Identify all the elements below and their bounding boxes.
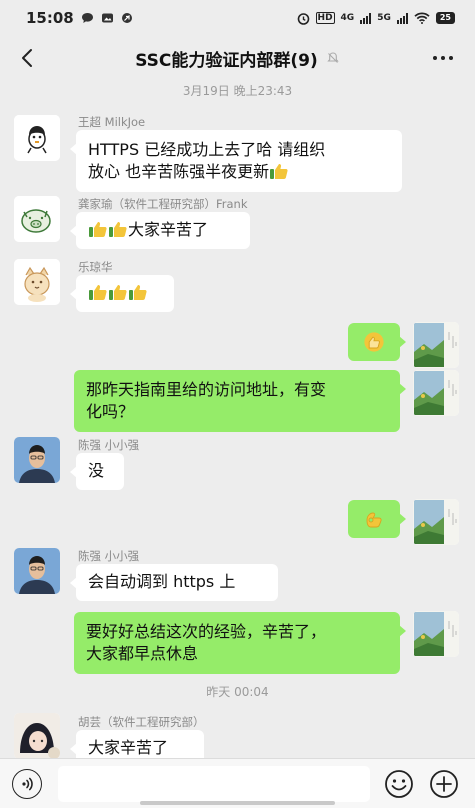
message-text: HTTPS 已经成功上去了哈 请组织 xyxy=(88,140,326,159)
thumbs-up-emoji-icon xyxy=(270,164,288,179)
home-indicator xyxy=(140,801,335,805)
message-input[interactable] xyxy=(58,766,370,802)
sender-name: 胡芸（软件工程研究部） xyxy=(78,715,205,729)
more-functions-button[interactable] xyxy=(429,769,459,799)
landscape-avatar xyxy=(413,370,459,416)
thumbs-up-emoji-icon xyxy=(129,285,147,300)
avatar[interactable] xyxy=(14,196,60,242)
ok-hand-emoji-icon xyxy=(366,512,382,528)
thumbs-up-emoji-icon xyxy=(89,285,107,300)
sender-name: 龚家瑜（软件工程研究部）Frank xyxy=(78,197,248,211)
pig-avatar xyxy=(14,196,60,242)
battery-indicator: 25 xyxy=(435,12,455,24)
emoji-button[interactable] xyxy=(384,769,414,799)
cat-avatar xyxy=(14,259,60,305)
more-options-button[interactable] xyxy=(429,45,457,71)
message-bubble-outgoing[interactable]: 要好好总结这次的经验，辛苦了， 大家都早点休息 xyxy=(74,612,406,674)
thumbs-up-emoji-icon xyxy=(364,332,384,352)
anime-girl-avatar xyxy=(14,713,60,759)
timestamp-divider: 3月19日 晚上23:43 xyxy=(182,84,293,98)
avatar[interactable] xyxy=(14,259,60,305)
message-bubble-outgoing[interactable] xyxy=(348,500,406,538)
cartoon-penguin-avatar xyxy=(14,115,60,161)
message-text: 大家都早点休息 xyxy=(86,644,199,663)
sender-name: 陈强 小小强 xyxy=(78,549,140,563)
landscape-avatar xyxy=(413,322,459,368)
message-bubble[interactable]: HTTPS 已经成功上去了哈 请组织 放心 也辛苦陈强半夜更新 xyxy=(70,130,402,192)
timestamp-divider: 昨天 00:04 xyxy=(206,685,269,699)
back-button[interactable] xyxy=(14,45,40,71)
sender-name: 陈强 小小强 xyxy=(78,438,140,452)
avatar[interactable] xyxy=(14,713,60,759)
message-text: 化吗？ xyxy=(86,402,135,421)
person-photo-avatar xyxy=(14,437,60,483)
sender-name: 乐琼华 xyxy=(78,260,113,274)
thumbs-up-emoji-icon xyxy=(109,285,127,300)
plus-circle-icon xyxy=(430,770,458,798)
message-text: 大家辛苦了 xyxy=(128,220,209,239)
message-bubble[interactable]: 大家辛苦了 xyxy=(70,212,250,249)
message-bubble[interactable] xyxy=(70,275,174,312)
message-text: 会自动调到 https 上 xyxy=(88,572,236,591)
landscape-avatar xyxy=(413,611,459,657)
message-text: 要好好总结这次的经验，辛苦了， xyxy=(86,622,327,641)
alarm-icon xyxy=(297,12,309,25)
chevron-left-icon xyxy=(22,49,32,67)
my-avatar[interactable] xyxy=(413,499,459,545)
signal-4g-icon xyxy=(360,12,372,24)
avatar[interactable] xyxy=(14,437,60,483)
landscape-avatar xyxy=(413,499,459,545)
avatar[interactable] xyxy=(14,548,60,594)
wifi-icon xyxy=(414,12,430,24)
my-avatar[interactable] xyxy=(413,370,459,416)
message-bubble[interactable]: 会自动调到 https 上 xyxy=(70,564,278,601)
message-text: 大家辛苦了 xyxy=(88,738,169,757)
message-bubble-outgoing[interactable] xyxy=(348,323,406,361)
voice-wave-icon xyxy=(22,777,33,791)
network-label-hd: HD xyxy=(315,12,335,24)
thumbs-up-emoji-icon xyxy=(89,222,107,237)
message-text: 放心 也辛苦陈强半夜更新 xyxy=(88,162,270,181)
my-avatar[interactable] xyxy=(413,322,459,368)
voice-input-button[interactable] xyxy=(12,769,42,799)
sender-name: 王超 MilkJoe xyxy=(78,115,146,129)
chat-title-bar: SSC能力验证内部群(9) xyxy=(0,36,475,80)
chat-title: SSC能力验证内部群(9) xyxy=(135,50,318,71)
avatar[interactable] xyxy=(14,115,60,161)
my-avatar[interactable] xyxy=(413,611,459,657)
thumbs-up-emoji-icon xyxy=(109,222,127,237)
network-label-4g: 4G xyxy=(340,13,355,23)
signal-5g-icon xyxy=(396,12,408,24)
chat-bubble-icon xyxy=(81,13,93,23)
mute-bell-icon xyxy=(327,52,339,63)
feather-icon xyxy=(121,13,132,23)
picture-icon xyxy=(101,13,113,23)
status-time: 15:08 xyxy=(26,9,74,27)
message-bubble-outgoing[interactable]: 那昨天指南里给的访问地址，有变 化吗？ xyxy=(74,370,406,432)
message-text: 那昨天指南里给的访问地址，有变 xyxy=(86,380,327,399)
message-text: 没 xyxy=(88,461,105,480)
network-label-5g: 5G xyxy=(377,13,391,23)
smiley-face-icon xyxy=(385,770,413,798)
status-bar: 15:08 HD 4G 5G 25 xyxy=(0,0,475,36)
message-bubble[interactable]: 没 xyxy=(70,453,124,490)
person-photo-avatar xyxy=(14,548,60,594)
